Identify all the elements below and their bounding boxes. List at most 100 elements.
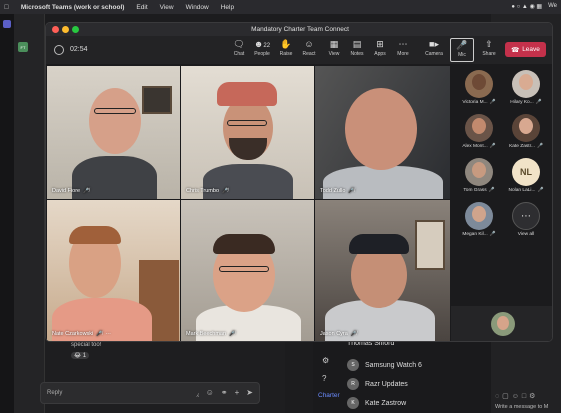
avatar bbox=[465, 158, 493, 186]
roster-item[interactable]: Victoria M... 🎤 bbox=[457, 70, 501, 105]
mic-muted-icon: 🎤 bbox=[489, 232, 496, 237]
reaction-count: 1 bbox=[82, 353, 87, 359]
mic-button[interactable]: 🎤 Mic bbox=[450, 38, 474, 62]
participant-name: Chris Trumbo 🎤̸ bbox=[186, 188, 229, 194]
share-button[interactable]: ⇧ Share bbox=[477, 38, 501, 62]
more-button[interactable]: ⋯ More bbox=[391, 38, 415, 62]
roster-name: Nolan LaLi... bbox=[508, 188, 536, 193]
roster-name: Kate Zastr... bbox=[509, 144, 535, 149]
video-tile-active-speaker[interactable]: Mark Beechman 🎤̸ bbox=[181, 200, 314, 341]
avatar bbox=[465, 70, 493, 98]
reaction-badge[interactable]: 😂 1 bbox=[71, 352, 90, 359]
camera-icon: ■▸ bbox=[429, 39, 439, 49]
status-icons: ● ○ ▲ ◉ ▦ bbox=[511, 4, 543, 10]
glasses bbox=[219, 266, 269, 272]
raise-button[interactable]: ✋ Raise bbox=[274, 38, 298, 62]
avatar bbox=[465, 202, 493, 230]
raise-label: Raise bbox=[279, 51, 293, 57]
video-tile[interactable]: David Fiore 🎤̸ bbox=[47, 66, 180, 199]
roster-item[interactable]: Hilary Ko... 🎤 bbox=[504, 70, 548, 105]
camera-button[interactable]: ■▸ Camera bbox=[422, 38, 446, 62]
chat-name: Samsung Watch 6 bbox=[365, 361, 422, 369]
more-icon: ⋯ bbox=[512, 202, 540, 230]
attach-icon[interactable]: ⚭ bbox=[221, 388, 228, 397]
shield-icon[interactable] bbox=[54, 45, 64, 55]
roster-item[interactable]: Megan Kil... 🎤 bbox=[457, 202, 501, 237]
plus-icon[interactable]: + bbox=[235, 388, 240, 397]
mic-muted-icon: 🎤 bbox=[489, 144, 496, 149]
react-button[interactable]: ☺ React bbox=[297, 38, 321, 62]
roster-item[interactable]: Alex Mont... 🎤 bbox=[457, 114, 501, 149]
avatar bbox=[512, 114, 540, 142]
compose-input[interactable]: ◌▢☺□⚙ Write a message to M bbox=[495, 392, 557, 410]
roster-name: Victoria M... bbox=[462, 100, 488, 105]
more-icon: ⋯ bbox=[398, 39, 408, 49]
avatar: S bbox=[347, 359, 359, 371]
avatar: K bbox=[347, 397, 359, 409]
wall-frame bbox=[142, 86, 172, 114]
apple-icon[interactable]:  bbox=[4, 4, 9, 11]
gear-icon[interactable]: ⚙ bbox=[322, 356, 329, 365]
teams-logo-icon bbox=[3, 20, 11, 28]
list-item[interactable]: R Razr Updates bbox=[347, 378, 408, 390]
minimize-window-button[interactable] bbox=[62, 26, 69, 33]
video-tile[interactable]: Nate Czarkowski 🎤̸ ⋯ bbox=[47, 200, 180, 341]
clock: We bbox=[548, 3, 557, 9]
chat-name: Kate Zastrow bbox=[365, 399, 407, 407]
maximize-window-button[interactable] bbox=[72, 26, 79, 33]
share-label: Share bbox=[482, 51, 496, 57]
menu-help[interactable]: Help bbox=[221, 4, 234, 11]
roster-name: Tom Grass bbox=[463, 188, 487, 193]
leave-button[interactable]: ☎ Leave bbox=[505, 42, 546, 57]
mic-muted-icon: 🎤̸ bbox=[222, 188, 229, 194]
participant-roster: Victoria M... 🎤 Hilary Ko... 🎤 Alex Mont..… bbox=[451, 64, 552, 341]
view-all-button[interactable]: ⋯ View all bbox=[504, 202, 548, 237]
help-icon[interactable]: ? bbox=[322, 374, 326, 383]
roster-name: Alex Mont... bbox=[462, 144, 488, 149]
react-label: React bbox=[302, 51, 316, 57]
people-count: 22 bbox=[263, 43, 271, 49]
participant-name: Mark Beechman 🎤̸ bbox=[186, 331, 236, 337]
more-icon: ⋯ bbox=[105, 331, 112, 337]
menu-edit[interactable]: Edit bbox=[136, 4, 147, 11]
people-button[interactable]: ☻22 People bbox=[250, 38, 274, 62]
close-window-button[interactable] bbox=[52, 26, 59, 33]
chat-name: Razr Updates bbox=[365, 380, 408, 388]
send-icon[interactable]: ➤ bbox=[246, 388, 253, 397]
roster-item[interactable]: NL Nolan LaLi... 🎤 bbox=[504, 158, 548, 193]
menu-window[interactable]: Window bbox=[186, 4, 209, 11]
chat-button[interactable]: 🗨 Chat bbox=[227, 38, 251, 62]
self-avatar bbox=[491, 312, 515, 336]
menu-app-name[interactable]: Microsoft Teams (work or school) bbox=[21, 4, 125, 11]
apps-label: Apps bbox=[374, 51, 386, 57]
roster-item[interactable]: Tom Grass 🎤 bbox=[457, 158, 501, 193]
compose-placeholder: Write a message to M bbox=[495, 404, 549, 410]
camera-label: Camera bbox=[425, 51, 443, 57]
notes-button[interactable]: ▤ Notes bbox=[345, 38, 369, 62]
video-tile[interactable]: Todd Zullo 🎤̸ bbox=[315, 66, 450, 199]
participant-name: Todd Zullo 🎤̸ bbox=[320, 188, 355, 194]
person-head bbox=[89, 88, 141, 154]
list-item[interactable]: S Samsung Watch 6 bbox=[347, 359, 422, 371]
list-item[interactable]: K Kate Zastrow bbox=[347, 397, 406, 409]
reply-placeholder: Reply bbox=[47, 390, 63, 396]
self-view-tile[interactable] bbox=[451, 306, 552, 341]
hair bbox=[69, 226, 121, 244]
cap bbox=[349, 234, 409, 254]
video-tile[interactable]: Chris Trumbo 🎤̸ bbox=[181, 66, 314, 199]
menu-view[interactable]: View bbox=[160, 4, 174, 11]
charter-link[interactable]: Charter bbox=[318, 392, 340, 399]
roster-name: Hilary Ko... bbox=[510, 100, 534, 105]
avatar: R bbox=[347, 378, 359, 390]
format-icon[interactable]: ⁁ bbox=[197, 388, 199, 397]
glasses bbox=[227, 120, 267, 126]
reply-input[interactable]: Reply ⁁ ☺ ⚭ + ➤ bbox=[40, 382, 260, 404]
view-button[interactable]: ▦ View bbox=[322, 38, 346, 62]
emoji-icon[interactable]: ☺ bbox=[206, 388, 214, 397]
mic-muted-icon: 🎤 bbox=[488, 188, 495, 193]
roster-item[interactable]: Kate Zastr... 🎤 bbox=[504, 114, 548, 149]
menubar:  Microsoft Teams (work or school) Edit … bbox=[0, 0, 561, 14]
chat-icon: 🗨 bbox=[233, 39, 245, 49]
video-tile[interactable]: Jason Cyra 🎤̸ bbox=[315, 200, 450, 341]
apps-button[interactable]: ⊞ Apps bbox=[368, 38, 392, 62]
